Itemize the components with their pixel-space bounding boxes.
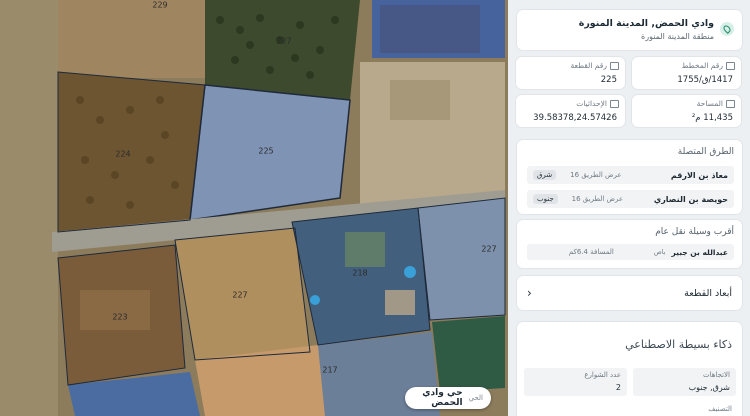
ai-insights-card: ذكاء بسيطة الاصطناعي الاتجاهات شرق, جنوب…	[517, 322, 742, 416]
scheme-number-value: 1417/ق/1755	[677, 75, 733, 85]
coordinates-label: الإحداثيات	[576, 99, 607, 108]
transit-distance: المسافة 6.4كم	[568, 248, 614, 256]
transit-title: أقرب وسيلة نقل عام	[655, 227, 734, 237]
coordinates-icon	[610, 100, 619, 108]
transit-row: عبدالله بن جبير باص المسافة 6.4كم	[527, 244, 734, 260]
coordinates-card[interactable]: الإحداثيات 39.58378,24.57426	[516, 95, 625, 127]
badge-name: حي وادي الحمض	[422, 388, 463, 408]
map-icon	[726, 62, 735, 70]
satellite-map[interactable]: 229 227 224 225 227 223 218 227 217 الحي…	[0, 0, 508, 416]
road-direction: جنوب	[533, 194, 558, 204]
plot-label: 227	[481, 244, 497, 254]
coordinates-value: 39.58378,24.57426	[533, 113, 617, 123]
plot-label: 227	[276, 36, 292, 46]
road-direction: شرق	[533, 170, 557, 180]
plot-details-panel: وادي الحمض, المدينة المنورة منطقة المدين…	[508, 0, 750, 416]
directions-label: الاتجاهات	[703, 371, 730, 379]
plot-number-label: رقم القطعة	[570, 61, 607, 70]
neighborhood-badge[interactable]: الحي حي وادي الحمض	[405, 387, 491, 409]
streets-value: 2	[615, 383, 621, 392]
plot-label: 218	[352, 268, 368, 278]
connected-roads-card: الطرق المتصلة معاذ بن الارقم عرض الطريق …	[517, 140, 742, 214]
road-row: حويصة بن النصاري عرض الطريق 16 جنوب	[527, 190, 734, 208]
road-width: عرض الطريق 16	[570, 171, 622, 179]
transit-type: باص	[653, 248, 666, 256]
location-pin-icon	[720, 22, 734, 36]
area-icon	[726, 100, 735, 108]
directions-value: شرق, جنوب	[688, 383, 730, 392]
roads-title: الطرق المتصلة	[677, 147, 734, 157]
plot-label: 223	[112, 312, 128, 322]
location-subtitle: منطقة المدينة المنورة	[641, 32, 714, 41]
location-card: وادي الحمض, المدينة المنورة منطقة المدين…	[517, 10, 742, 50]
road-row: معاذ بن الارقم عرض الطريق 16 شرق	[527, 166, 734, 184]
plot-label: 227	[232, 290, 248, 300]
area-value: 11,435 م²	[691, 113, 733, 123]
location-title: وادي الحمض, المدينة المنورة	[578, 18, 714, 29]
streets-box: عدد الشوارع 2	[524, 368, 627, 396]
scheme-number-card: رقم المخطط 1417/ق/1755	[632, 57, 741, 89]
area-card: المساحة 11,435 م²	[632, 95, 741, 127]
transit-stop-name: عبدالله بن جبير	[671, 247, 729, 257]
road-name: حويصة بن النصاري	[653, 194, 728, 204]
ai-title: ذكاء بسيطة الاصطناعي	[625, 338, 732, 351]
area-label: المساحة	[696, 99, 723, 108]
plot-number-card: رقم القطعة 225	[516, 57, 625, 89]
road-name: معاذ بن الارقم	[670, 170, 728, 180]
road-width: عرض الطريق 16	[571, 195, 623, 203]
chevron-left-icon: ‹	[527, 286, 532, 300]
map-imagery	[0, 0, 508, 416]
public-transit-card: أقرب وسيلة نقل عام عبدالله بن جبير باص ا…	[517, 220, 742, 268]
scheme-number-label: رقم المخطط	[681, 61, 723, 70]
plot-label: 229	[152, 0, 168, 10]
directions-box: الاتجاهات شرق, جنوب	[633, 368, 736, 396]
plot-number-value: 225	[600, 75, 617, 85]
plot-label: 225	[258, 146, 274, 156]
dimensions-title: أبعاد القطعة	[684, 287, 732, 299]
plot-label: 224	[115, 149, 131, 159]
plot-label: 217	[322, 365, 338, 375]
streets-label: عدد الشوارع	[584, 371, 621, 379]
classification-label: التصنيف	[708, 405, 732, 413]
badge-type: الحي	[468, 394, 483, 402]
map-icon	[610, 62, 619, 70]
plot-dimensions-toggle[interactable]: أبعاد القطعة ‹	[517, 276, 742, 310]
